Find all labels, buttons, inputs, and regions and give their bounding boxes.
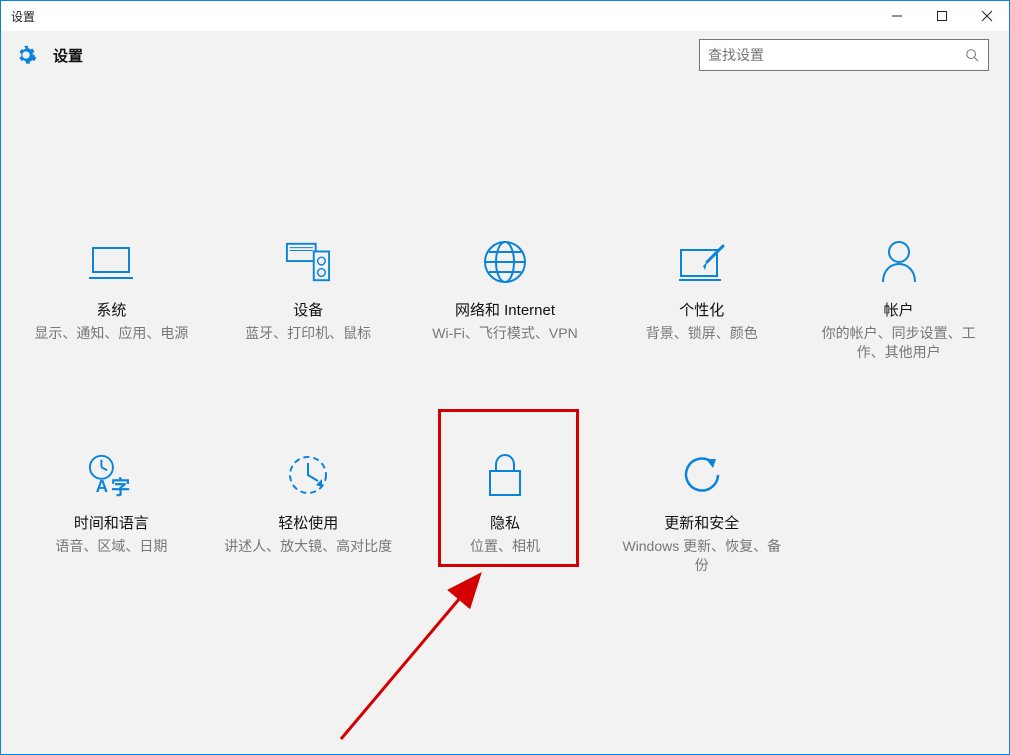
category-grid: 系统 显示、通知、应用、电源 设备 蓝牙、打印机、鼠标: [1, 79, 1009, 575]
update-security-icon: [679, 452, 725, 498]
settings-window: 设置 设置: [0, 0, 1010, 755]
search-box[interactable]: [699, 39, 989, 71]
tile-title: 帐户: [884, 299, 914, 320]
tile-network[interactable]: 网络和 Internet Wi-Fi、飞行模式、VPN: [407, 239, 604, 362]
minimize-button[interactable]: [874, 1, 919, 31]
titlebar: 设置: [1, 1, 1009, 31]
app-title: 设置: [53, 45, 83, 66]
tile-desc: 讲述人、放大镜、高对比度: [224, 537, 392, 556]
tile-title: 设备: [293, 299, 323, 320]
content: 系统 显示、通知、应用、电源 设备 蓝牙、打印机、鼠标: [1, 79, 1009, 754]
tile-title: 时间和语言: [74, 512, 149, 533]
tile-desc: 显示、通知、应用、电源: [34, 324, 188, 343]
time-language-icon: A 字: [88, 452, 134, 498]
svg-text:字: 字: [111, 476, 130, 497]
tile-devices[interactable]: 设备 蓝牙、打印机、鼠标: [210, 239, 407, 362]
tile-desc: 蓝牙、打印机、鼠标: [245, 324, 371, 343]
tile-update-security[interactable]: 更新和安全 Windows 更新、恢复、备份: [603, 452, 800, 575]
system-icon: [88, 239, 134, 285]
annotation-arrow: [321, 559, 521, 755]
close-icon: [981, 10, 993, 22]
devices-icon: [285, 239, 331, 285]
tile-title: 更新和安全: [664, 512, 739, 533]
close-button[interactable]: [964, 1, 1009, 31]
tile-desc: 背景、锁屏、颜色: [646, 324, 758, 343]
accounts-icon: [876, 239, 922, 285]
personalization-icon: [679, 239, 725, 285]
tile-personalization[interactable]: 个性化 背景、锁屏、颜色: [603, 239, 800, 362]
gear-icon: [15, 44, 37, 66]
tile-time-language[interactable]: A 字 时间和语言 语音、区域、日期: [13, 452, 210, 575]
search-input[interactable]: [708, 47, 964, 63]
ease-of-access-icon: [285, 452, 331, 498]
maximize-button[interactable]: [919, 1, 964, 31]
header: 设置: [1, 31, 1009, 79]
tile-desc: 你的帐户、同步设置、工作、其他用户: [814, 324, 984, 362]
minimize-icon: [891, 10, 903, 22]
privacy-icon: [482, 452, 528, 498]
tile-desc: Windows 更新、恢复、备份: [617, 537, 787, 575]
tile-title: 隐私: [490, 512, 520, 533]
tile-desc: 语音、区域、日期: [55, 537, 167, 556]
tile-system[interactable]: 系统 显示、通知、应用、电源: [13, 239, 210, 362]
tile-desc: Wi-Fi、飞行模式、VPN: [432, 324, 577, 343]
maximize-icon: [936, 10, 948, 22]
tile-title: 轻松使用: [278, 512, 338, 533]
tile-title: 系统: [96, 299, 126, 320]
search-icon: [964, 47, 980, 63]
svg-text:A: A: [96, 476, 108, 496]
window-title: 设置: [11, 8, 35, 25]
tile-accounts[interactable]: 帐户 你的帐户、同步设置、工作、其他用户: [800, 239, 997, 362]
tile-privacy[interactable]: 隐私 位置、相机: [407, 452, 604, 575]
tile-title: 网络和 Internet: [455, 299, 555, 320]
tile-title: 个性化: [679, 299, 724, 320]
network-icon: [482, 239, 528, 285]
tile-ease-of-access[interactable]: 轻松使用 讲述人、放大镜、高对比度: [210, 452, 407, 575]
tile-desc: 位置、相机: [470, 537, 540, 556]
